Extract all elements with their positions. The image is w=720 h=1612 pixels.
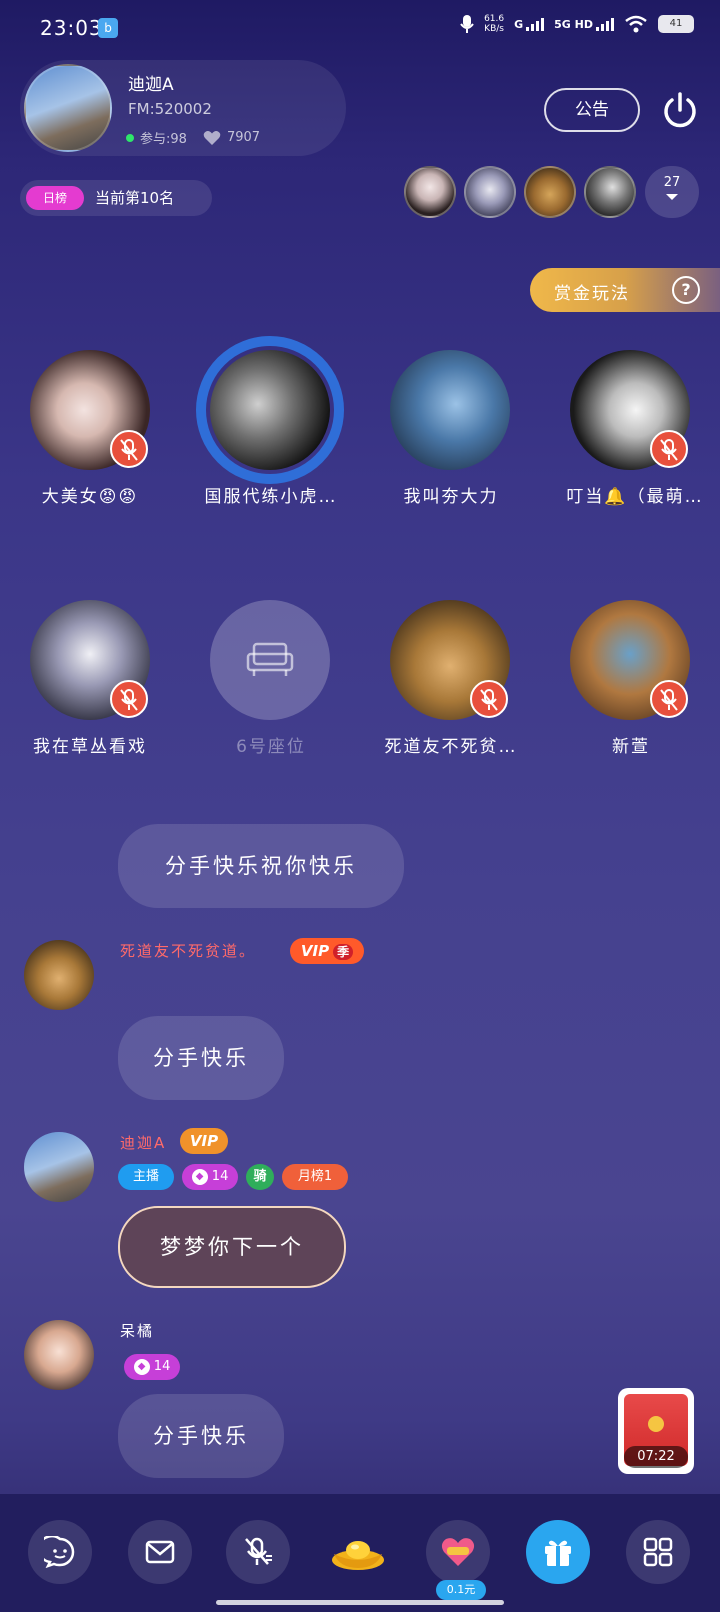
likes-count: 7907 — [226, 130, 261, 145]
participants-count: 参与:98 — [140, 132, 187, 147]
battery-icon: 41 — [658, 15, 694, 33]
monthly-rank-tag: 月榜1 — [282, 1164, 348, 1190]
gold-ingot-button[interactable] — [326, 1520, 390, 1584]
seat-5-name: 我在草丛看戏 — [33, 737, 147, 757]
seat-7-name: 死道友不死贫… — [384, 737, 518, 757]
online-dot-icon — [126, 133, 134, 142]
wifi-icon — [625, 15, 647, 33]
room-name: 迪迦A — [128, 75, 174, 95]
chat-username[interactable]: 死道友不死贫道。 — [120, 940, 256, 961]
audience-avatar[interactable] — [404, 166, 456, 218]
chat-bubble: 分手快乐 — [118, 1016, 284, 1100]
chat-button[interactable] — [28, 1520, 92, 1584]
status-time: 23:03 — [40, 16, 103, 40]
seat-6-name: 6号座位 — [236, 737, 306, 757]
chat-username[interactable]: 呆橘 — [120, 1320, 154, 1341]
muted-mic-icon — [470, 680, 508, 718]
room-stats: 参与:98 7907 — [126, 128, 260, 147]
heart-icon — [203, 130, 221, 145]
vip-badge: VIP 季 — [290, 938, 364, 964]
chat-avatar[interactable] — [24, 940, 94, 1010]
seat-2-avatar[interactable] — [210, 350, 330, 470]
rank-position: 当前第10名 — [95, 189, 175, 207]
gift-button[interactable] — [526, 1520, 590, 1584]
seat-4-name: 叮当🔔（最萌… — [566, 487, 704, 507]
grid-menu-icon — [643, 1537, 673, 1567]
chat-bubble: 分手快乐祝你快乐 — [118, 824, 404, 908]
mic-indicator-icon — [460, 15, 474, 33]
messages-button[interactable] — [128, 1520, 192, 1584]
seat-8-name: 新萱 — [612, 737, 650, 757]
audience-avatar[interactable] — [584, 166, 636, 218]
bounty-game-label: 赏金玩法 — [554, 284, 630, 304]
chat-bubble: 梦梦你下一个 — [118, 1206, 346, 1288]
level-badge: ◆ 14 — [182, 1164, 238, 1190]
gold-ingot-icon — [332, 1541, 384, 1570]
more-menu-button[interactable] — [626, 1520, 690, 1584]
muted-mic-icon — [110, 430, 148, 468]
red-packet-timer: 07:22 — [624, 1446, 688, 1468]
notice-button[interactable]: 公告 — [544, 88, 640, 132]
diamond-icon: ◆ — [133, 1358, 150, 1375]
net-speed: 61.6 KB/s — [484, 14, 505, 34]
help-icon[interactable]: ? — [672, 276, 700, 304]
chat-avatar[interactable] — [24, 1132, 94, 1202]
heart-gift-button[interactable] — [426, 1520, 490, 1584]
seat-6-empty[interactable] — [210, 600, 330, 720]
vip-badge: VIP — [180, 1128, 228, 1154]
room-fm-id: FM:520002 — [128, 100, 212, 118]
heart-gift-icon — [441, 1538, 475, 1566]
gift-price-tag: 0.1元 — [436, 1580, 486, 1600]
seat-1-name: 大美女😡😡 — [41, 487, 139, 507]
signal-2: 5G HD — [554, 17, 614, 31]
empty-seat-sofa-icon — [246, 642, 294, 676]
seat-3-avatar[interactable] — [390, 350, 510, 470]
seat-3-name: 我叫夯大力 — [403, 487, 499, 507]
status-bar: 23:03 b 61.6 KB/s G 5G HD 41 — [0, 0, 720, 56]
audience-avatar[interactable] — [524, 166, 576, 218]
muted-mic-icon — [650, 430, 688, 468]
signal-1: G — [514, 17, 545, 31]
room-owner-avatar[interactable] — [24, 64, 112, 152]
muted-mic-icon — [110, 680, 148, 718]
signal-bars-icon — [526, 17, 545, 31]
chat-avatar[interactable] — [24, 1320, 94, 1390]
level-badge: ◆ 14 — [124, 1354, 180, 1380]
status-indicators: 61.6 KB/s G 5G HD 41 — [460, 14, 694, 34]
diamond-icon: ◆ — [191, 1168, 208, 1185]
chat-bubble-icon — [44, 1536, 75, 1568]
power-icon[interactable] — [660, 90, 700, 130]
mic-toggle-button[interactable] — [226, 1520, 290, 1584]
app-notification-icon: b — [98, 18, 118, 38]
seat-2-name: 国服代练小虎… — [204, 487, 338, 507]
mic-off-icon — [245, 1537, 272, 1565]
ride-badge: 骑 — [246, 1164, 274, 1190]
signal-bars-icon — [596, 17, 614, 31]
chat-username[interactable]: 迪迦A — [120, 1132, 166, 1153]
audience-count-button[interactable]: 27 — [645, 166, 699, 218]
daily-rank-tag: 日榜 — [26, 186, 84, 210]
chat-bubble: 分手快乐 — [118, 1394, 284, 1478]
home-indicator[interactable] — [216, 1600, 504, 1605]
gift-box-icon — [545, 1540, 571, 1566]
mail-icon — [145, 1540, 175, 1564]
muted-mic-icon — [650, 680, 688, 718]
chevron-down-icon — [666, 194, 678, 200]
audience-avatar[interactable] — [464, 166, 516, 218]
host-tag: 主播 — [118, 1164, 174, 1190]
